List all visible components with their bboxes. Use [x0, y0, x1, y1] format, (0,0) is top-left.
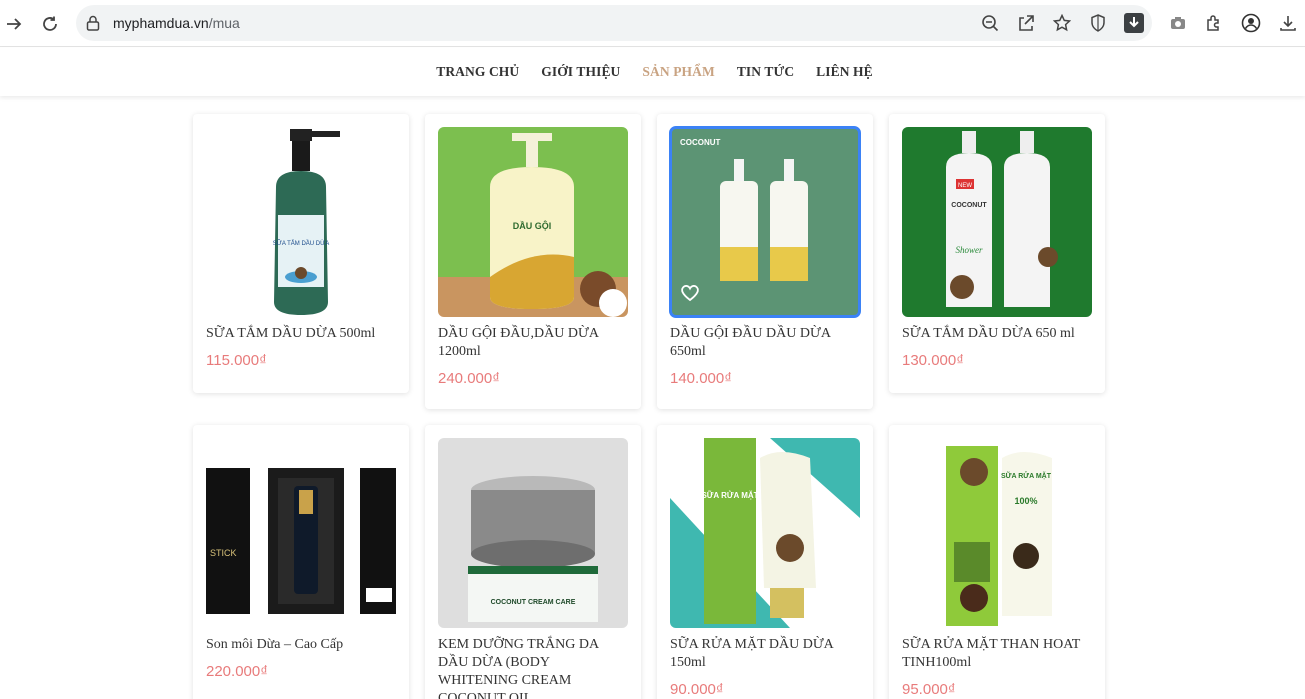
- forward-icon[interactable]: [2, 12, 26, 36]
- product-label-text: SỮA RỬA MẶT: [1001, 471, 1052, 480]
- product-card[interactable]: COCONUT DẦU GỘI ĐẦU DẦU DỪA 650ml 140.00…: [657, 114, 873, 409]
- browser-toolbar: myphamdua.vn/mua: [0, 0, 1305, 47]
- product-price: 140.000₫: [670, 370, 732, 387]
- downloads-icon[interactable]: [1277, 12, 1299, 34]
- product-name[interactable]: DẦU GỘI ĐẦU DẦU DỪA 650ml: [670, 325, 864, 361]
- product-label-text: SỮA TẮM DẦU DỪA: [273, 239, 329, 247]
- product-name[interactable]: SỮA RỬA MẶT DẦU DỪA 150ml: [670, 636, 864, 672]
- reload-icon[interactable]: [38, 12, 62, 36]
- extensions-icon[interactable]: [1203, 12, 1225, 34]
- url-host: myphamdua.vn: [113, 15, 209, 31]
- product-price: 220.000₫: [206, 663, 268, 680]
- product-card[interactable]: SỮA RỬA MẶT 100% SỮA RỬA MẶT THAN HOAT T…: [889, 425, 1105, 699]
- product-name[interactable]: SỮA RỬA MẶT THAN HOAT TINH100ml: [902, 636, 1096, 672]
- product-image[interactable]: SỮA RỬA MẶT 100%: [902, 438, 1092, 628]
- product-price: 95.000₫: [902, 681, 956, 698]
- url-text[interactable]: myphamdua.vn/mua: [113, 15, 240, 31]
- product-card[interactable]: STICK Son môi Dừa – Cao Cấp 220.000₫: [193, 425, 409, 699]
- brand-text: COCONUT: [680, 138, 721, 147]
- url-path: /mua: [208, 15, 240, 31]
- product-image[interactable]: DẦU GỘI: [438, 127, 628, 317]
- site-header: TRANG CHỦ GIỚI THIỆU SẢN PHẨM TIN TỨC LI…: [0, 48, 1305, 96]
- address-bar[interactable]: myphamdua.vn/mua: [76, 5, 1152, 41]
- product-price: 240.000₫: [438, 370, 500, 387]
- product-card[interactable]: SỮA RỬA MẶT SỮA RỬA MẶT DẦU DỪA 150ml 90…: [657, 425, 873, 699]
- cream-text: COCONUT CREAM CARE: [491, 599, 576, 606]
- menu-item-tin-tuc[interactable]: TIN TỨC: [737, 64, 794, 80]
- product-image[interactable]: COCONUT: [669, 126, 861, 318]
- menu-item-trang-chu[interactable]: TRANG CHỦ: [436, 64, 519, 80]
- product-price: 90.000₫: [670, 681, 724, 698]
- product-card[interactable]: NEW COCONUT Shower SỮA TẮM DẦU DỪA 650 m…: [889, 114, 1105, 393]
- new-badge-text: NEW: [958, 183, 972, 189]
- lock-icon[interactable]: [86, 15, 100, 36]
- menu-item-gioi-thieu[interactable]: GIỚI THIỆU: [541, 64, 620, 80]
- product-image[interactable]: SỮA RỬA MẶT: [670, 438, 860, 628]
- shield-icon[interactable]: [1088, 13, 1108, 33]
- product-card[interactable]: COCONUT CREAM CARE KEM DƯỠNG TRẮNG DA DẦ…: [425, 425, 641, 699]
- product-image[interactable]: NEW COCONUT Shower: [902, 127, 1092, 317]
- zoom-out-icon[interactable]: [980, 13, 1000, 33]
- product-card[interactable]: SỮA TẮM DẦU DỪA SỮA TẮM DẦU DỪA 500ml 11…: [193, 114, 409, 393]
- lipstick-text: STICK: [210, 548, 237, 558]
- profile-icon[interactable]: [1240, 12, 1262, 34]
- download-arrow-icon[interactable]: [1124, 13, 1144, 33]
- product-name[interactable]: SỮA TẮM DẦU DỪA 650 ml: [902, 325, 1096, 343]
- heart-icon[interactable]: [680, 284, 700, 307]
- menu-item-san-pham[interactable]: SẢN PHẨM: [642, 64, 714, 80]
- camera-icon[interactable]: [1167, 12, 1189, 34]
- star-icon[interactable]: [1052, 13, 1072, 33]
- product-name[interactable]: DẦU GỘI ĐẦU,DẦU DỪA 1200ml: [438, 325, 632, 361]
- product-image[interactable]: STICK: [206, 438, 396, 628]
- product-name[interactable]: SỮA TẮM DẦU DỪA 500ml: [206, 325, 400, 343]
- product-price: 130.000₫: [902, 352, 964, 369]
- product-card[interactable]: DẦU GỘI DẦU GỘI ĐẦU,DẦU DỪA 1200ml 240.0…: [425, 114, 641, 409]
- product-label-text: SỮA RỬA MẶT: [701, 491, 758, 500]
- shower-text: Shower: [956, 245, 983, 255]
- percent-text: 100%: [1014, 496, 1037, 506]
- menu-item-lien-he[interactable]: LIÊN HỆ: [816, 64, 873, 80]
- product-name[interactable]: KEM DƯỠNG TRẮNG DA DẦU DỪA (BODY WHITENI…: [438, 636, 632, 699]
- share-icon[interactable]: [1016, 13, 1036, 33]
- product-price: 115.000₫: [206, 352, 267, 369]
- brand-text: COCONUT: [951, 202, 987, 209]
- product-image[interactable]: SỮA TẮM DẦU DỪA: [206, 127, 396, 317]
- product-image[interactable]: COCONUT CREAM CARE: [438, 438, 628, 628]
- product-label-text: DẦU GỘI: [513, 220, 552, 231]
- product-name[interactable]: Son môi Dừa – Cao Cấp: [206, 636, 400, 654]
- main-menu: TRANG CHỦ GIỚI THIỆU SẢN PHẨM TIN TỨC LI…: [0, 48, 1305, 96]
